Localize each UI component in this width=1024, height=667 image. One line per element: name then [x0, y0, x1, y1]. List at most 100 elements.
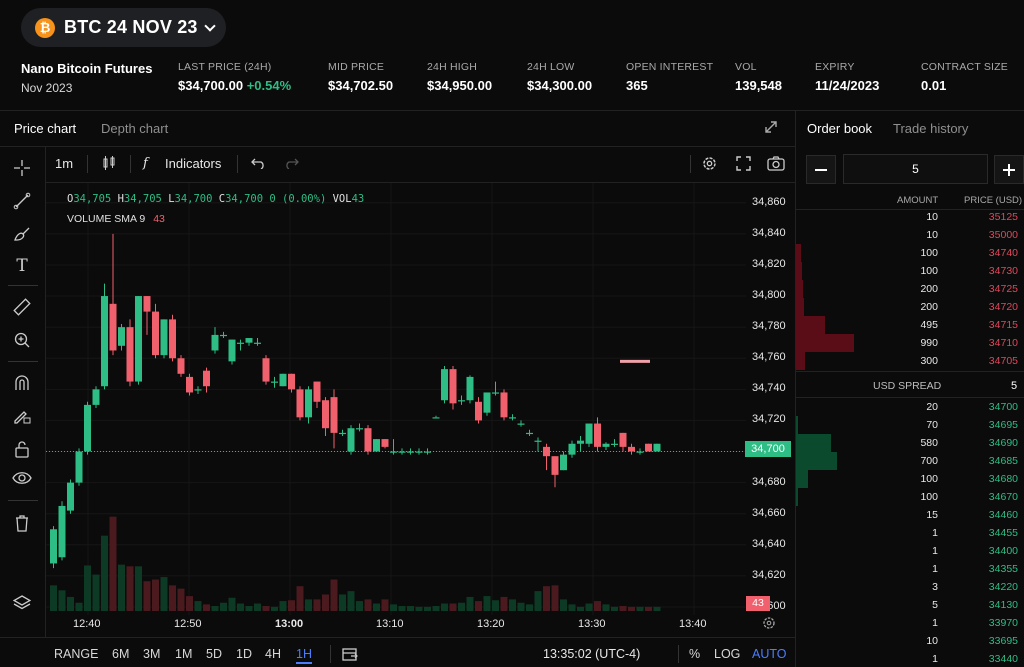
bid-row[interactable]: 1 33970 [796, 614, 1024, 632]
layers-icon[interactable] [9, 590, 35, 616]
bid-row[interactable]: 580 34690 [796, 434, 1024, 452]
candle-body [330, 397, 338, 433]
expand-icon[interactable] [764, 120, 778, 134]
clock-timezone[interactable]: 13:35:02 (UTC-4) [543, 647, 640, 661]
decrement-button[interactable] [806, 155, 836, 184]
volume-sma-legend: VOLUME SMA 9 43 [67, 213, 165, 225]
range-3m[interactable]: 3M [143, 647, 160, 661]
stat-mid-price: MID PRICE $34,702.50 [328, 61, 393, 93]
depth-bar [796, 416, 799, 434]
tab-price-chart[interactable]: Price chart [14, 121, 76, 136]
bid-row[interactable]: 1 34400 [796, 542, 1024, 560]
volume-bar [330, 579, 338, 611]
ruler-icon[interactable] [9, 294, 35, 320]
trash-icon[interactable] [9, 510, 35, 536]
unlock-icon[interactable] [9, 436, 35, 462]
bid-row[interactable]: 5 34130 [796, 596, 1024, 614]
candle-body [543, 446, 550, 457]
ask-row[interactable]: 495 34715 [796, 316, 1024, 334]
order-amount: 580 [920, 437, 938, 449]
bid-row[interactable]: 3 34220 [796, 578, 1024, 596]
ask-row[interactable]: 100 34740 [796, 244, 1024, 262]
bid-row[interactable]: 100 34670 [796, 488, 1024, 506]
range-6m[interactable]: 6M [112, 647, 129, 661]
pencil-lock-icon[interactable] [9, 403, 35, 429]
range-1h[interactable]: 1H [296, 647, 312, 664]
candle-body [458, 400, 465, 402]
percent-toggle[interactable]: % [689, 647, 700, 661]
range-1d[interactable]: 1D [236, 647, 252, 661]
candle-body [449, 369, 457, 404]
trend-line-icon[interactable] [9, 188, 35, 214]
order-amount: 495 [920, 319, 938, 331]
bid-row[interactable]: 1 34355 [796, 560, 1024, 578]
brush-icon[interactable] [9, 221, 35, 247]
undo-icon[interactable] [247, 152, 269, 174]
candle-body [75, 451, 83, 483]
text-tool-icon[interactable]: T [9, 253, 35, 279]
divider [130, 155, 131, 173]
bid-row[interactable]: 15 34460 [796, 506, 1024, 524]
order-amount: 10 [926, 229, 938, 241]
increment-button[interactable] [994, 155, 1024, 184]
axis-settings-icon[interactable] [762, 616, 776, 633]
bid-row[interactable]: 20 34700 [796, 398, 1024, 416]
zoom-in-icon[interactable] [9, 327, 35, 353]
ask-row[interactable]: 10 35000 [796, 226, 1024, 244]
ask-row[interactable]: 990 34710 [796, 334, 1024, 352]
tab-order-book[interactable]: Order book [807, 121, 872, 136]
volume-bar [177, 588, 185, 611]
candle-body [194, 389, 202, 391]
ask-row[interactable]: 100 34730 [796, 262, 1024, 280]
candle-body [526, 432, 533, 435]
candle-body [619, 432, 627, 447]
bid-row[interactable]: 1 33440 [796, 650, 1024, 667]
amount-column-header: AMOUNT [897, 195, 939, 206]
bid-row[interactable]: 70 34695 [796, 416, 1024, 434]
price-step-input[interactable] [843, 154, 988, 184]
volume-bar [517, 602, 525, 611]
indicators-button[interactable]: Indicators [165, 156, 221, 171]
vol-value: 43 [351, 193, 365, 205]
bid-row[interactable]: 10 33695 [796, 632, 1024, 650]
gear-icon[interactable] [698, 152, 720, 174]
fx-icon[interactable]: f [143, 156, 148, 171]
calendar-range-icon[interactable] [339, 643, 361, 665]
ask-row[interactable]: 300 34705 [796, 352, 1024, 370]
candle-body [203, 370, 210, 387]
tab-depth-chart[interactable]: Depth chart [101, 121, 168, 136]
order-price: 34680 [988, 473, 1018, 485]
bid-row[interactable]: 100 34680 [796, 470, 1024, 488]
ask-row[interactable]: 200 34720 [796, 298, 1024, 316]
magnet-icon[interactable] [9, 370, 35, 396]
stat-value: $34,300.00 [527, 78, 593, 93]
interval-selector[interactable]: 1m [55, 156, 73, 171]
volume-bar [449, 603, 457, 611]
redo-icon[interactable] [280, 152, 302, 174]
product-name: Nano Bitcoin Futures [21, 61, 153, 76]
range-4h[interactable]: 4H [265, 647, 281, 661]
volume-bar [441, 603, 448, 611]
stat-value: $34,702.50 [328, 78, 394, 93]
divider [237, 155, 238, 173]
ask-row[interactable]: 10 35125 [796, 208, 1024, 226]
bid-row[interactable]: 1 34455 [796, 524, 1024, 542]
volume-bar [186, 596, 193, 611]
eye-icon[interactable] [9, 465, 35, 491]
auto-toggle[interactable]: AUTO [752, 647, 787, 661]
bid-row[interactable]: 700 34685 [796, 452, 1024, 470]
camera-icon[interactable] [765, 152, 787, 174]
ask-row[interactable]: 200 34725 [796, 280, 1024, 298]
crosshair-icon[interactable] [9, 155, 35, 181]
tab-trade-history[interactable]: Trade history [893, 121, 968, 136]
range-1m[interactable]: 1M [175, 647, 192, 661]
symbol-selector[interactable]: ₿ BTC 24 NOV 23 [21, 8, 226, 47]
log-toggle[interactable]: LOG [714, 647, 740, 661]
order-price: 34400 [988, 545, 1018, 557]
candle-body [152, 311, 159, 356]
fullscreen-icon[interactable] [732, 152, 754, 174]
divider [330, 645, 331, 663]
candlestick-type-icon[interactable] [98, 152, 120, 174]
price-chart-canvas[interactable] [46, 183, 796, 615]
range-5d[interactable]: 5D [206, 647, 222, 661]
